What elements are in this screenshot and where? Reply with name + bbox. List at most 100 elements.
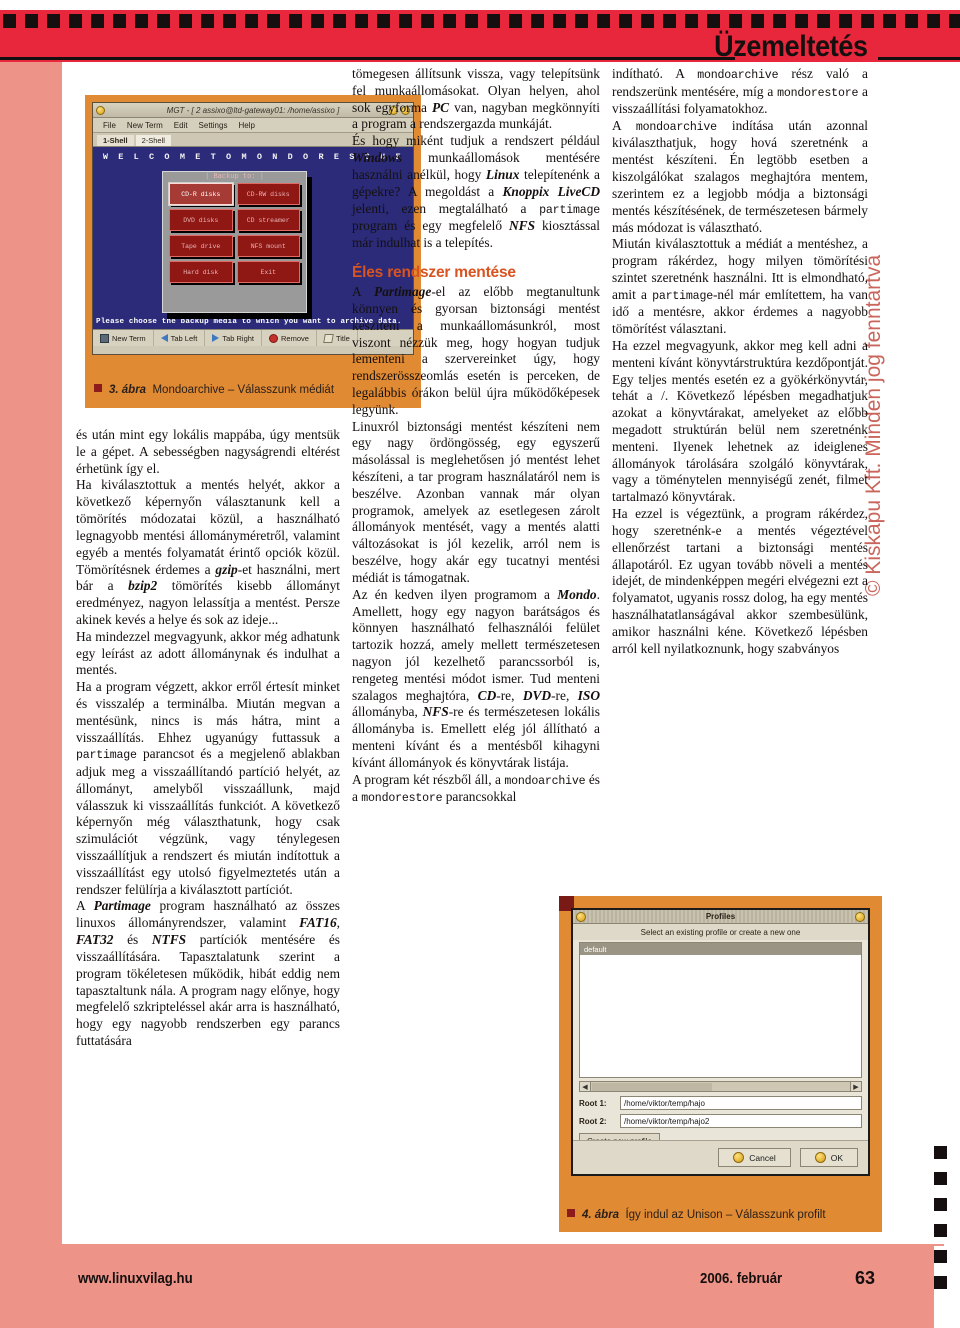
- unison-profile-list[interactable]: default: [579, 942, 862, 1078]
- figure-4-number: 4. ábra: [582, 1209, 620, 1221]
- paragraph-text: Ha ezzel is végeztünk, a program rákérde…: [612, 506, 868, 656]
- unison-instruction-text: Select an existing profile or create a n…: [573, 924, 868, 940]
- header-dot: [905, 14, 918, 28]
- toolbar-tab-right-button[interactable]: Tab Right: [205, 330, 262, 346]
- code-mondoarchive: mondoarchive: [635, 120, 717, 134]
- paragraph: A program két részből áll, a mondoarchiv…: [352, 772, 600, 807]
- title-icon: [323, 333, 334, 343]
- paragraph-text: -re,: [551, 687, 578, 703]
- toolbar-tab-right-label: Tab Right: [222, 333, 254, 343]
- paragraph: és után mint egy lokális mappába, úgy me…: [76, 427, 340, 477]
- header-rule-right: [878, 57, 960, 60]
- window-menu-icon[interactable]: [576, 911, 586, 922]
- edge-marker-square: [934, 1198, 947, 1211]
- paragraph-text: parancsokkal: [442, 789, 517, 805]
- header-dot: [201, 14, 214, 28]
- paragraph-text: . Amellett, hogy egy nagyon barátságos é…: [352, 586, 600, 703]
- header-dot: [333, 14, 346, 28]
- paragraph-text: Ha mindezzel megvagyunk, akkor még adhat…: [76, 628, 340, 678]
- backup-media-button-grid: CD-R disks CD-RW disks DVD disks CD streame…: [168, 182, 300, 283]
- caption-bullet-icon: [94, 384, 102, 392]
- header-rule-left: [0, 57, 735, 60]
- header-dot: [531, 14, 544, 28]
- backup-media-button-dvd-disks[interactable]: DVD disks: [169, 209, 233, 231]
- edge-marker-square: [934, 1276, 947, 1289]
- paragraph-text: és után mint egy lokális mappába, úgy me…: [76, 427, 340, 476]
- footer-page-number: 63: [855, 1268, 876, 1288]
- emphasis-gzip: gzip: [215, 561, 238, 577]
- paragraph-text: A: [352, 284, 375, 300]
- root1-label: Root 1:: [579, 1098, 607, 1108]
- header-dot: [179, 14, 192, 28]
- menu-item-new-term[interactable]: New Term: [127, 121, 163, 130]
- header-dot: [773, 14, 786, 28]
- unison-button-bar: Cancel OK: [573, 1140, 868, 1174]
- emphasis-windows: Windows: [352, 150, 403, 166]
- figure-4: Profiles Select an existing profile or c…: [559, 896, 882, 1232]
- unison-horizontal-scrollbar[interactable]: ◀ ▶: [579, 1081, 862, 1092]
- backup-media-button-cd-rw-disks[interactable]: CD-RW disks: [236, 183, 300, 205]
- root1-input[interactable]: /home/viktor/temp/hajo: [620, 1096, 862, 1110]
- window-menu-icon[interactable]: [96, 105, 105, 115]
- root2-field-row: Root 2: /home/viktor/temp/hajo2: [579, 1114, 862, 1128]
- backup-media-button-tape-drive[interactable]: Tape drive: [169, 235, 233, 257]
- code-mondoarchive: mondoarchive: [504, 774, 586, 788]
- cancel-icon: [733, 1152, 745, 1163]
- paragraph: tömegesen állítsunk vissza, vagy telepít…: [352, 66, 600, 133]
- section-heading-eles-rendszer-mentese: Éles rendszer mentése: [352, 263, 516, 281]
- paragraph: Miután kiválasztottuk a médiát a mentésh…: [612, 236, 868, 338]
- tab-2-shell[interactable]: 2-Shell: [135, 135, 171, 146]
- header-dot: [311, 14, 324, 28]
- menu-item-settings[interactable]: Settings: [199, 121, 228, 130]
- toolbar-new-term-button[interactable]: New Term: [93, 330, 154, 346]
- code-partimage: partimage: [652, 289, 713, 303]
- scroll-right-icon[interactable]: ▶: [850, 1082, 861, 1091]
- figure-3-number: 3. ábra: [109, 384, 147, 396]
- emphasis-pc: PC: [432, 99, 450, 115]
- page-footer: www.linuxvilag.hu 2006. február 63: [0, 1246, 934, 1328]
- paragraph-text: indítható. A: [612, 66, 698, 81]
- header-dot: [597, 14, 610, 28]
- menu-item-file[interactable]: File: [103, 121, 116, 130]
- footer-website-url[interactable]: www.linuxvilag.hu: [78, 1270, 193, 1287]
- list-item[interactable]: default: [580, 943, 861, 955]
- paragraph: A Partimage program használható az össze…: [76, 898, 340, 1048]
- backup-media-button-cd-streamer[interactable]: CD streamer: [236, 209, 300, 231]
- paragraph-text: indítása után azonnal kiválaszthatjuk, h…: [612, 117, 868, 235]
- scroll-left-icon[interactable]: ◀: [580, 1082, 591, 1091]
- window-close-icon[interactable]: [855, 911, 865, 922]
- paragraph-text: program és egy megfelelő: [352, 218, 510, 234]
- header-dot: [619, 14, 632, 28]
- tab-1-shell[interactable]: 1-Shell: [97, 135, 134, 146]
- menu-item-edit[interactable]: Edit: [174, 121, 188, 130]
- toolbar-remove-button[interactable]: Remove: [262, 330, 317, 346]
- cancel-button[interactable]: Cancel: [718, 1148, 791, 1167]
- header-dot: [817, 14, 830, 28]
- header-dot: [663, 14, 676, 28]
- backup-media-button-cd-r-disks[interactable]: CD-R disks: [168, 182, 234, 206]
- paragraph: Ha ezzel megvagyunk, akkor meg kell adni…: [612, 338, 868, 506]
- header-dot: [25, 14, 38, 28]
- menu-item-help[interactable]: Help: [238, 121, 254, 130]
- ok-button[interactable]: OK: [799, 1148, 858, 1167]
- backup-media-button-exit[interactable]: Exit: [236, 261, 300, 283]
- content-area: MGT - [ 2 assixo@ltd-gateway01: /home/as…: [62, 62, 882, 1232]
- root2-label: Root 2:: [579, 1116, 607, 1126]
- emphasis-bzip2: bzip2: [128, 578, 158, 594]
- code-partimage: partimage: [76, 749, 137, 763]
- unison-title-text: Profiles: [705, 912, 736, 921]
- header-dot: [399, 14, 412, 28]
- paragraph: És hogy miként tudjuk a rendszert példáu…: [352, 133, 600, 251]
- backup-media-button-hard-disk[interactable]: Hard disk: [169, 261, 233, 283]
- header-dot: [949, 14, 960, 28]
- paragraph: Linuxról biztonsági mentést készíteni ne…: [352, 419, 600, 587]
- backup-media-button-nfs-mount[interactable]: NFS mount: [236, 235, 300, 257]
- caption-bullet-icon: [567, 1209, 575, 1217]
- paragraph-text: Ha a program végzett, akkor erről értesí…: [76, 679, 340, 745]
- toolbar-tab-left-button[interactable]: Tab Left: [154, 330, 206, 346]
- root2-input[interactable]: /home/viktor/temp/hajo2: [620, 1114, 862, 1128]
- scrollbar-thumb[interactable]: [592, 1082, 712, 1091]
- magazine-page: Üzemeltetés © Kiskapu Kft. Minden jog fe…: [0, 0, 960, 1328]
- right-edge-marker-squares: [934, 1146, 948, 1306]
- header-dot: [377, 14, 390, 28]
